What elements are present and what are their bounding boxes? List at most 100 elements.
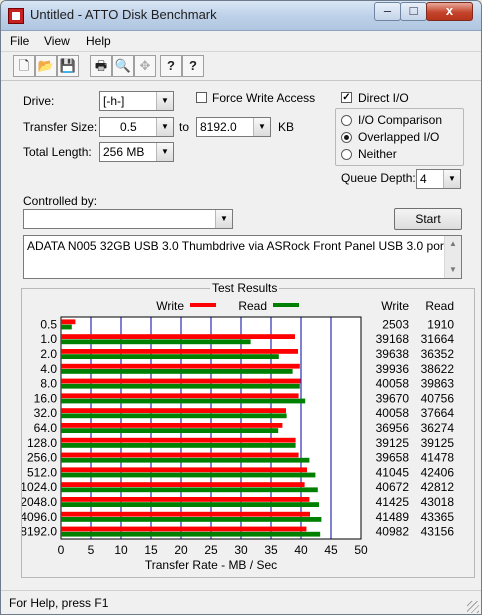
description-scrollbar[interactable]: ▲ ▼: [444, 236, 461, 278]
read-bar: [61, 354, 279, 359]
y-category-label: 2.0: [40, 347, 57, 361]
y-category-label: 4096.0: [22, 510, 57, 524]
x-tick-label: 0: [58, 543, 65, 557]
controlled-by-label: Controlled by:: [23, 194, 98, 208]
scroll-down-icon[interactable]: ▼: [445, 262, 461, 278]
legend-read-label: Read: [238, 299, 267, 313]
maximize-button[interactable]: □: [400, 2, 427, 21]
chevron-down-icon[interactable]: ▼: [253, 118, 270, 136]
write-value: 40058: [376, 406, 410, 420]
x-tick-label: 50: [354, 543, 368, 557]
window-title: Untitled - ATTO Disk Benchmark: [30, 7, 217, 22]
close-button[interactable]: x: [426, 2, 473, 21]
chevron-down-icon[interactable]: ▼: [215, 210, 232, 228]
neither-label[interactable]: Neither: [358, 147, 397, 161]
help-icon[interactable]: ?: [160, 55, 182, 77]
print-preview-icon[interactable]: 🔍: [112, 55, 134, 77]
scroll-up-icon[interactable]: ▲: [445, 236, 461, 252]
write-value: 40672: [376, 480, 410, 494]
queue-depth-select[interactable]: 4 ▼: [416, 169, 461, 189]
write-bar: [61, 363, 300, 369]
total-length-value: 256 MB: [103, 145, 145, 159]
minimize-button[interactable]: –: [374, 2, 401, 21]
neither-radio[interactable]: [341, 149, 352, 160]
write-value: 41045: [376, 465, 410, 479]
resize-grip-icon[interactable]: [467, 601, 479, 613]
y-category-label: 8.0: [40, 377, 57, 391]
write-value: 39125: [376, 436, 410, 450]
x-tick-label: 10: [114, 543, 128, 557]
read-value: 42406: [421, 465, 455, 479]
move-icon[interactable]: ✥: [134, 55, 156, 77]
x-tick-label: 5: [88, 543, 95, 557]
x-tick-label: 45: [324, 543, 338, 557]
y-category-label: 2048.0: [22, 495, 57, 509]
y-category-label: 0.5: [40, 317, 57, 331]
transfer-size-to-value: 8192.0: [200, 120, 237, 134]
x-tick-label: 25: [204, 543, 218, 557]
write-value: 40982: [376, 525, 410, 539]
save-icon[interactable]: 💾: [57, 55, 79, 77]
status-bar: For Help, press F1: [1, 590, 481, 614]
read-bar: [61, 472, 316, 478]
read-column-header: Read: [425, 299, 454, 313]
transfer-size-to-label: to: [179, 120, 190, 134]
overlapped-io-radio[interactable]: [341, 132, 352, 143]
legend-read-swatch: [273, 303, 299, 307]
chevron-down-icon[interactable]: ▼: [156, 118, 173, 136]
x-axis-label: Transfer Rate - MB / Sec: [145, 558, 277, 572]
description-text: ADATA N005 32GB USB 3.0 Thumbdrive via A…: [27, 239, 448, 253]
total-length-select[interactable]: 256 MB ▼: [99, 142, 174, 162]
force-write-label[interactable]: Force Write Access: [212, 91, 315, 105]
start-button[interactable]: Start: [394, 208, 462, 230]
controlled-by-select[interactable]: ▼: [23, 209, 233, 229]
x-tick-label: 15: [144, 543, 158, 557]
write-bar: [61, 511, 310, 517]
read-value: 40756: [421, 391, 455, 405]
total-length-label: Total Length:: [23, 145, 92, 159]
io-comparison-label[interactable]: I/O Comparison: [358, 113, 442, 127]
app-window: Untitled - ATTO Disk Benchmark – □ x Fil…: [0, 0, 482, 615]
read-bar: [61, 517, 322, 522]
open-folder-icon[interactable]: 📂: [35, 55, 57, 77]
write-value: 39658: [376, 451, 410, 465]
write-value: 2503: [382, 317, 409, 331]
chevron-down-icon[interactable]: ▼: [156, 92, 173, 110]
atto-app-icon: [8, 8, 24, 24]
chevron-down-icon[interactable]: ▼: [443, 170, 460, 188]
write-column-header: Write: [381, 299, 409, 313]
menu-file[interactable]: File: [10, 34, 29, 48]
print-icon[interactable]: 🖶: [90, 55, 112, 77]
read-bar: [61, 413, 287, 419]
title-bar[interactable]: Untitled - ATTO Disk Benchmark – □ x: [1, 1, 481, 31]
toolbar: 🗋 📂 💾 🖶 🔍 ✥ ? ?: [1, 52, 481, 81]
read-value: 31664: [421, 332, 455, 346]
context-help-icon[interactable]: ?: [182, 55, 204, 77]
io-comparison-radio[interactable]: [341, 115, 352, 126]
direct-io-checkbox[interactable]: ✓: [341, 92, 352, 103]
menu-view[interactable]: View: [44, 34, 70, 48]
description-textarea[interactable]: ADATA N005 32GB USB 3.0 Thumbdrive via A…: [23, 235, 462, 279]
drive-label: Drive:: [23, 94, 55, 108]
y-category-label: 16.0: [34, 391, 58, 405]
read-value: 41478: [421, 451, 455, 465]
results-chart: 0 5 10 15 20 25 30 35 40 45 50 Transfer Rate - MB /…: [22, 299, 455, 572]
read-bar: [61, 428, 279, 433]
menu-help[interactable]: Help: [86, 34, 111, 48]
write-bar: [61, 423, 283, 428]
x-tick-label: 20: [174, 543, 188, 557]
write-bar: [61, 452, 299, 458]
transfer-size-to-select[interactable]: 8192.0 ▼: [196, 117, 271, 137]
read-bar: [61, 531, 321, 537]
chevron-down-icon[interactable]: ▼: [156, 143, 173, 161]
y-category-label: 8192.0: [22, 525, 57, 539]
new-file-icon[interactable]: 🗋: [13, 55, 35, 77]
transfer-size-from-select[interactable]: 0.5 ▼: [99, 117, 174, 137]
x-tick-label: 35: [264, 543, 278, 557]
write-value: 39936: [376, 362, 410, 376]
y-category-label: 1.0: [40, 332, 57, 346]
drive-select[interactable]: [-h-] ▼: [99, 91, 174, 111]
overlapped-io-label[interactable]: Overlapped I/O: [358, 130, 439, 144]
direct-io-label[interactable]: Direct I/O: [358, 91, 409, 105]
force-write-checkbox[interactable]: [196, 92, 207, 103]
